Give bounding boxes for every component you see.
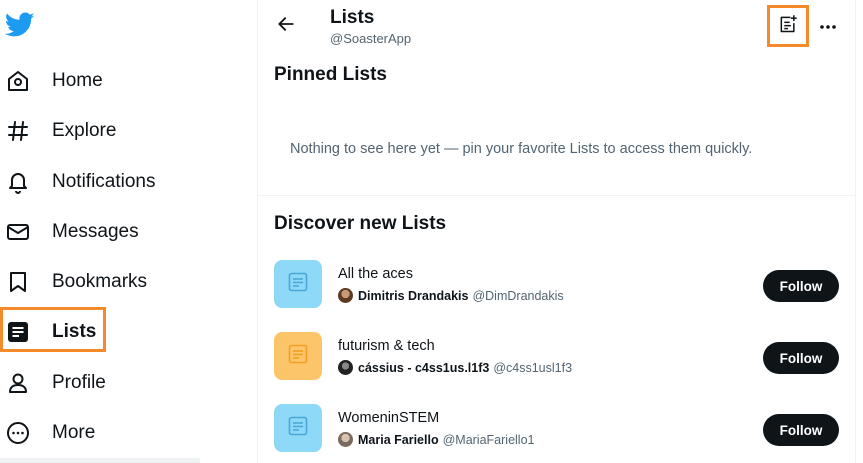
- person-icon: [6, 371, 30, 395]
- list-document-icon: [286, 270, 310, 299]
- back-button[interactable]: [272, 12, 300, 40]
- owner-handle: @MariaFariello1: [442, 432, 535, 447]
- owner-name: Dimitris Drandakis: [358, 288, 469, 303]
- list-document-icon: [286, 414, 310, 443]
- page-subtitle-handle: @SoasterApp: [330, 31, 412, 46]
- main-column: Lists @SoasterApp Pinned Lists Nothing t…: [257, 0, 857, 463]
- list-thumbnail: [274, 404, 322, 452]
- new-list-icon: [778, 14, 798, 39]
- avatar: [338, 432, 353, 447]
- owner-name: Maria Fariello: [358, 432, 439, 447]
- hashtag-icon: [6, 119, 30, 143]
- more-options-button[interactable]: [814, 12, 842, 40]
- more-circle-icon: [6, 421, 30, 445]
- sidebar-item-label: Lists: [52, 321, 97, 342]
- section-divider: [258, 195, 857, 196]
- avatar: [338, 288, 353, 303]
- list-thumbnail: [274, 332, 322, 380]
- sidebar-item-label: Profile: [52, 372, 106, 393]
- list-name: WomeninSTEM: [338, 410, 440, 426]
- sidebar-item-label: Home: [52, 70, 103, 91]
- lists-icon: [6, 320, 30, 344]
- list-item[interactable]: WomeninSTEM Maria Fariello @MariaFariell…: [258, 404, 857, 463]
- sidebar-item-label: Messages: [52, 221, 139, 242]
- list-document-icon: [286, 342, 310, 371]
- list-item[interactable]: All the aces Dimitris Drandakis @DimDran…: [258, 260, 857, 332]
- owner-name: cássius - c4ss1us.l1f3: [358, 360, 490, 375]
- page-title: Lists: [330, 7, 375, 28]
- follow-button[interactable]: Follow: [763, 270, 839, 302]
- twitter-bird-icon[interactable]: [4, 12, 35, 38]
- new-list-button[interactable]: [767, 5, 809, 47]
- sidebar-item-label: Notifications: [52, 171, 156, 192]
- sidebar-item-label: Bookmarks: [52, 271, 148, 292]
- envelope-icon: [6, 220, 30, 244]
- list-owner: cássius - c4ss1us.l1f3 @c4ss1usl1f3: [338, 360, 572, 375]
- avatar: [338, 360, 353, 375]
- owner-handle: @DimDrandakis: [472, 288, 564, 303]
- follow-button[interactable]: Follow: [763, 414, 839, 446]
- pinned-empty-text: Nothing to see here yet — pin your favor…: [290, 141, 753, 157]
- bookmark-icon: [6, 270, 30, 294]
- list-name: futurism & tech: [338, 338, 435, 354]
- list-thumbnail: [274, 260, 322, 308]
- arrow-left-icon: [276, 14, 296, 39]
- sidebar-item-label: More: [52, 422, 96, 443]
- home-icon: [6, 69, 30, 93]
- sidebar-item-label: Explore: [52, 120, 117, 141]
- pinned-lists-title: Pinned Lists: [274, 64, 387, 85]
- list-name: All the aces: [338, 266, 413, 282]
- sidebar-divider: [0, 458, 200, 463]
- discover-lists-title: Discover new Lists: [274, 213, 447, 234]
- bell-icon: [6, 170, 30, 194]
- list-item[interactable]: futurism & tech cássius - c4ss1us.l1f3 @…: [258, 332, 857, 404]
- owner-handle: @c4ss1usl1f3: [493, 360, 573, 375]
- list-owner: Dimitris Drandakis @DimDrandakis: [338, 288, 564, 303]
- ellipsis-icon: [819, 17, 837, 35]
- sidebar: Home Explore Notifications Messages Book…: [0, 0, 257, 463]
- follow-button[interactable]: Follow: [763, 342, 839, 374]
- list-owner: Maria Fariello @MariaFariello1: [338, 432, 534, 447]
